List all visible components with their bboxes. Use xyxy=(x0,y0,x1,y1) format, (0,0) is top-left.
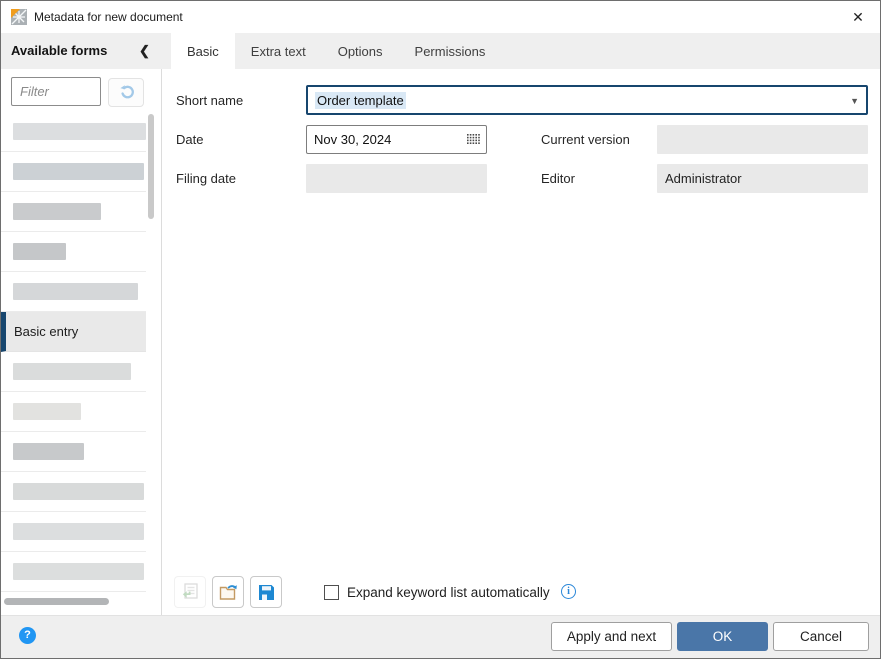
sidebar-item-placeholder[interactable] xyxy=(1,352,146,392)
tab-extra-text[interactable]: Extra text xyxy=(235,33,322,69)
tab-options[interactable]: Options xyxy=(322,33,399,69)
placeholder-bar xyxy=(13,523,144,540)
placeholder-bar xyxy=(13,443,84,460)
tab-basic[interactable]: Basic xyxy=(171,33,235,69)
save-keywording-form-button[interactable] xyxy=(250,576,282,608)
sidebar-item-placeholder[interactable] xyxy=(1,472,146,512)
date-value: Nov 30, 2024 xyxy=(314,132,392,147)
sidebar-item-placeholder[interactable] xyxy=(1,192,146,232)
date-input[interactable]: Nov 30, 2024 xyxy=(306,125,487,154)
sidebar-item-placeholder[interactable] xyxy=(1,272,146,312)
available-forms-panel: Basic entry xyxy=(1,69,162,617)
save-icon xyxy=(258,584,274,600)
sidebar-item-placeholder[interactable] xyxy=(1,552,146,592)
sidebar-item-placeholder[interactable] xyxy=(1,432,146,472)
apply-and-next-button[interactable]: Apply and next xyxy=(551,622,672,651)
tab-bar: Basic Extra text Options Permissions xyxy=(171,33,501,69)
footer-bar: ? Apply and next OK Cancel xyxy=(1,615,880,658)
available-forms-heading: Available forms xyxy=(11,43,108,58)
sidebar-item-basic-entry[interactable]: Basic entry xyxy=(1,312,146,352)
current-version-field xyxy=(657,125,868,154)
current-version-label: Current version xyxy=(541,132,630,147)
title-bar: Metadata for new document ✕ xyxy=(1,1,880,33)
metadata-dialog: Metadata for new document ✕ Available fo… xyxy=(0,0,881,659)
editor-label: Editor xyxy=(541,171,575,186)
basic-tab-panel: Short name Order template ▼ Date Nov 30,… xyxy=(163,69,880,615)
filing-date-field xyxy=(306,164,487,193)
sidebar-item-placeholder[interactable] xyxy=(1,392,146,432)
expand-keyword-label: Expand keyword list automatically xyxy=(347,585,550,600)
short-name-label: Short name xyxy=(176,93,244,108)
window-title: Metadata for new document xyxy=(34,10,183,24)
sidebar-item-placeholder[interactable] xyxy=(1,152,146,192)
footer-buttons: Apply and next OK Cancel xyxy=(551,622,869,651)
editor-field: Administrator xyxy=(657,164,868,193)
sidebar-item-placeholder[interactable] xyxy=(1,232,146,272)
sidebar-horizontal-scrollbar[interactable] xyxy=(4,598,109,605)
placeholder-bar xyxy=(13,283,138,300)
header-strip: Available forms ❮ Basic Extra text Options… xyxy=(1,33,880,69)
date-label: Date xyxy=(176,132,204,147)
app-logo-icon xyxy=(11,9,27,25)
forms-list: Basic entry xyxy=(1,112,146,592)
refresh-icon xyxy=(119,85,134,99)
cancel-button[interactable]: Cancel xyxy=(773,622,869,651)
placeholder-bar xyxy=(13,163,144,180)
filter-input[interactable] xyxy=(11,77,101,106)
open-folder-icon xyxy=(219,584,237,600)
load-keywording-form-button[interactable] xyxy=(212,576,244,608)
close-icon[interactable]: ✕ xyxy=(848,7,868,27)
sidebar-vertical-scrollbar[interactable] xyxy=(148,114,154,219)
sidebar-item-placeholder[interactable] xyxy=(1,112,146,152)
info-icon[interactable]: i xyxy=(561,584,576,599)
refresh-button[interactable] xyxy=(108,78,144,107)
editor-value: Administrator xyxy=(665,171,742,186)
apply-keywording-form-button xyxy=(174,576,206,608)
placeholder-bar xyxy=(13,403,81,420)
short-name-value: Order template xyxy=(315,91,406,109)
expand-keyword-checkbox[interactable] xyxy=(324,585,339,600)
help-icon[interactable]: ? xyxy=(19,627,36,644)
calendar-icon[interactable] xyxy=(467,134,480,149)
short-name-combobox[interactable]: Order template ▼ xyxy=(306,85,868,115)
placeholder-bar xyxy=(13,483,144,500)
filing-date-label: Filing date xyxy=(176,171,236,186)
import-form-icon xyxy=(182,583,198,599)
placeholder-bar xyxy=(13,363,131,380)
collapse-sidebar-icon[interactable]: ❮ xyxy=(139,33,150,69)
placeholder-bar xyxy=(13,203,101,220)
placeholder-bar xyxy=(13,243,66,260)
chevron-down-icon[interactable]: ▼ xyxy=(850,96,859,106)
placeholder-bar xyxy=(13,123,146,140)
sidebar-item-placeholder[interactable] xyxy=(1,512,146,552)
tab-permissions[interactable]: Permissions xyxy=(399,33,502,69)
ok-button[interactable]: OK xyxy=(677,622,768,651)
placeholder-bar xyxy=(13,563,144,580)
